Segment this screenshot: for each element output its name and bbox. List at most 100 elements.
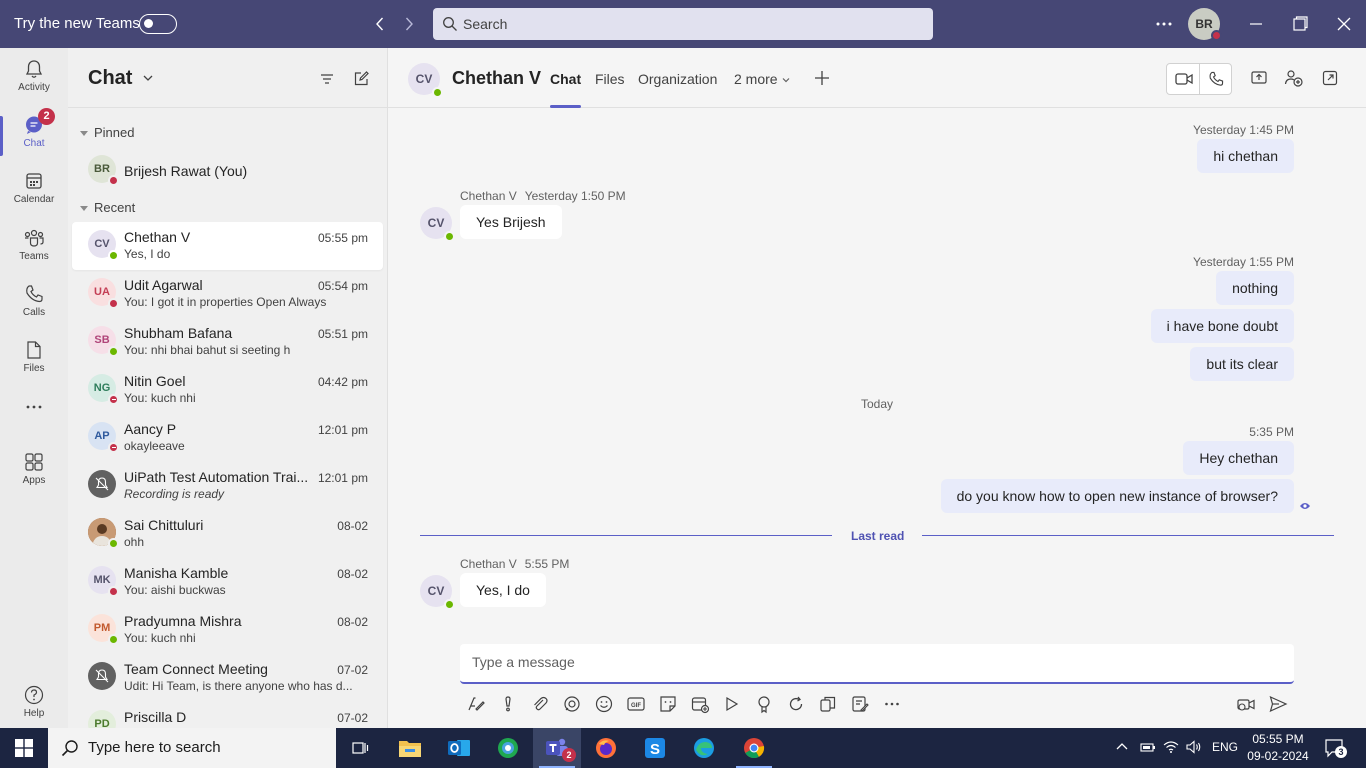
gif-icon[interactable]: GIF (626, 694, 646, 714)
input-language[interactable]: ENG (1212, 740, 1238, 754)
loop-icon[interactable] (562, 694, 582, 714)
rail-item-calls[interactable]: Calls (0, 277, 68, 333)
my-message[interactable]: hi chethan (1197, 139, 1294, 173)
copy-icon[interactable] (818, 694, 838, 714)
chat-row[interactable]: NG Nitin Goel You: kuch nhi 04:42 pm (72, 366, 383, 414)
chat-row[interactable]: UA Udit Agarwal You: I got it in propertie… (72, 270, 383, 318)
avatar-initials: PD (94, 718, 110, 728)
edge-icon[interactable] (680, 728, 728, 768)
rail-item-chat[interactable]: Chat 2 (0, 108, 68, 164)
received-message[interactable]: Yes Brijesh (460, 205, 562, 239)
task-view-icon[interactable] (336, 728, 384, 768)
chat-row[interactable]: UiPath Test Automation Trai... Recording … (72, 462, 383, 510)
taskbar-search[interactable]: Type here to search (48, 728, 336, 768)
chat-list-title[interactable]: Chat (88, 67, 132, 90)
important-icon[interactable] (498, 694, 518, 714)
sender-avatar[interactable]: CV (420, 575, 455, 610)
contact-avatar[interactable]: CV (408, 63, 443, 98)
praise-icon[interactable] (754, 694, 774, 714)
audio-call-icon[interactable] (1207, 70, 1225, 88)
chat-row[interactable]: AP Aancy P okayleeave 12:01 pm (72, 414, 383, 462)
forward-arrow-icon[interactable] (399, 14, 419, 34)
chevron-up-icon[interactable] (1115, 740, 1129, 754)
message-input[interactable] (472, 654, 1272, 670)
avatar-initials: SB (94, 334, 110, 346)
recent-section-header[interactable]: Recent (80, 200, 135, 215)
chat-row[interactable]: SB Shubham Bafana You: nhi bhai bahut si s… (72, 318, 383, 366)
outlook-icon[interactable] (435, 728, 483, 768)
more-options-icon[interactable] (1152, 12, 1176, 36)
sticker-icon[interactable] (658, 694, 678, 714)
chat-row[interactable]: CV Chethan V Yes, I do 05:55 pm (72, 222, 383, 270)
my-message[interactable]: but its clear (1190, 347, 1294, 381)
filter-icon[interactable] (318, 70, 336, 88)
format-icon[interactable] (466, 694, 486, 714)
schedule-meeting-icon[interactable] (690, 694, 710, 714)
rail-more-apps[interactable] (0, 390, 68, 446)
taskbar-clock[interactable]: 05:55 PM 09-02-2024 (1246, 731, 1310, 765)
notes-icon[interactable] (850, 694, 870, 714)
video-call-icon[interactable] (1174, 70, 1194, 88)
tab-more[interactable]: 2 more (734, 71, 791, 87)
tab-files[interactable]: Files (595, 71, 625, 87)
pop-out-icon[interactable] (1321, 69, 1339, 87)
chat-row[interactable]: Sai Chittuluri ohh 08-02 (72, 510, 383, 558)
video-clip-icon[interactable] (1236, 694, 1256, 714)
add-tab-icon[interactable] (813, 69, 831, 87)
rail-item-files[interactable]: Files (0, 333, 68, 389)
profile-avatar[interactable]: BR (1188, 8, 1222, 41)
rail-item-teams[interactable]: Teams (0, 221, 68, 277)
share-screen-icon[interactable] (1250, 69, 1268, 87)
chrome-icon[interactable] (730, 728, 778, 768)
phone-icon (26, 285, 43, 303)
chat-preview: You: I got it in properties Open Always (124, 295, 327, 309)
notifications-icon[interactable]: 3 (1324, 738, 1347, 758)
tab-organization[interactable]: Organization (638, 71, 717, 87)
rail-item-help[interactable]: Help (0, 678, 68, 734)
chat-row[interactable]: MK Manisha Kamble You: aishi buckwas 08-02 (72, 558, 383, 606)
file-explorer-icon[interactable] (386, 728, 434, 768)
chat-row[interactable]: PD Priscilla D 07-02 (72, 702, 383, 728)
minimize-icon[interactable] (1244, 12, 1268, 36)
new-teams-toggle[interactable] (139, 14, 177, 34)
tab-chat[interactable]: Chat (550, 71, 582, 108)
snagit-icon[interactable]: S (631, 728, 679, 768)
send-icon[interactable] (1268, 694, 1288, 714)
battery-icon[interactable] (1140, 740, 1156, 754)
seen-eye-icon (1299, 501, 1311, 511)
my-message[interactable]: i have bone doubt (1150, 309, 1294, 343)
teams-icon (24, 229, 44, 247)
close-icon[interactable] (1332, 12, 1356, 36)
sender-avatar[interactable]: CV (420, 207, 455, 242)
my-message[interactable]: do you know how to open new instance of … (940, 479, 1294, 513)
firefox-icon[interactable] (582, 728, 630, 768)
chat-row[interactable]: PM Pradyumna Mishra You: kuch nhi 08-02 (72, 606, 383, 654)
back-arrow-icon[interactable] (370, 14, 390, 34)
search-bar[interactable]: Search (433, 8, 933, 40)
stream-icon[interactable] (722, 694, 742, 714)
my-message[interactable]: Hey chethan (1183, 441, 1294, 475)
restore-icon[interactable] (1288, 12, 1312, 36)
windows-start-icon[interactable] (15, 739, 33, 757)
more-options-icon[interactable] (882, 694, 902, 714)
refresh-icon[interactable] (786, 694, 806, 714)
teams-taskbar-icon[interactable]: 2 (533, 728, 581, 768)
new-chat-icon[interactable] (352, 70, 370, 88)
browser-icon[interactable] (484, 728, 532, 768)
my-message[interactable]: nothing (1216, 271, 1294, 305)
clock-time: 05:55 PM (1252, 732, 1304, 746)
chevron-down-icon[interactable] (142, 72, 154, 84)
chat-row[interactable]: Team Connect Meeting Udit: Hi Team, is th… (72, 654, 383, 702)
emoji-icon[interactable] (594, 694, 614, 714)
add-people-icon[interactable] (1284, 69, 1304, 87)
rail-item-activity[interactable]: Activity (0, 52, 68, 108)
pinned-chat-row[interactable]: BR Brijesh Rawat (You) (72, 147, 383, 195)
rail-item-calendar[interactable]: Calendar (0, 164, 68, 220)
wifi-icon[interactable] (1163, 740, 1179, 754)
attach-icon[interactable] (530, 694, 550, 714)
contact-name[interactable]: Chethan V (452, 68, 541, 89)
pinned-section-header[interactable]: Pinned (80, 125, 134, 140)
volume-icon[interactable] (1186, 740, 1202, 754)
received-message[interactable]: Yes, I do (460, 573, 546, 607)
rail-item-apps[interactable]: Apps (0, 445, 68, 501)
